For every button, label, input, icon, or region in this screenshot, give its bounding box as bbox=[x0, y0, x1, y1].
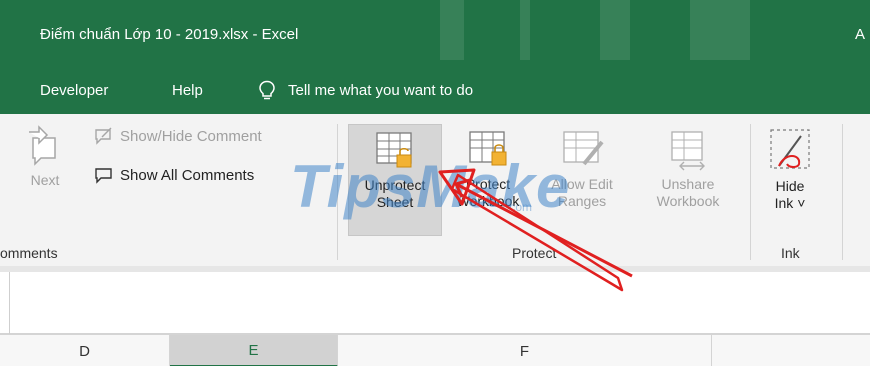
tab-help[interactable]: Help bbox=[172, 82, 203, 99]
title-decoration bbox=[600, 0, 630, 60]
group-separator bbox=[842, 124, 843, 260]
tell-me-search[interactable]: Tell me what you want to do bbox=[288, 82, 473, 99]
watermark-suffix: .com bbox=[506, 200, 533, 214]
title-bar: Điểm chuẩn Lớp 10 - 2019.xlsx - Excel A bbox=[0, 0, 870, 70]
column-header-g[interactable] bbox=[712, 335, 870, 366]
show-all-comments-button[interactable]: Show All Comments bbox=[94, 166, 254, 184]
lightbulb-icon[interactable] bbox=[258, 80, 276, 102]
tab-developer[interactable]: Developer bbox=[40, 82, 108, 99]
hide-ink-line1: Hide bbox=[775, 178, 805, 194]
hide-ink-line2: Ink ˅ bbox=[774, 195, 806, 211]
unshare-workbook-line1: Unshare bbox=[661, 176, 715, 192]
column-header-e[interactable]: E bbox=[170, 335, 338, 366]
show-all-comments-label: Show All Comments bbox=[120, 166, 255, 184]
ribbon-tabs: Developer Help Tell me what you want to … bbox=[0, 70, 870, 114]
unshare-workbook-icon bbox=[671, 131, 705, 171]
show-hide-comment-label: Show/Hide Comment bbox=[120, 127, 262, 145]
column-header-f[interactable]: F bbox=[338, 335, 712, 366]
show-hide-comment-button[interactable]: Show/Hide Comment bbox=[94, 127, 262, 145]
comment-edit-icon bbox=[95, 127, 112, 145]
comments-group-label: omments bbox=[0, 245, 58, 261]
protect-group-label: Protect bbox=[512, 245, 557, 261]
formula-bar-area[interactable] bbox=[0, 272, 870, 334]
next-label: Next bbox=[30, 172, 60, 188]
hide-ink-button[interactable]: Hide Ink ˅ bbox=[762, 126, 818, 212]
group-separator bbox=[750, 124, 751, 260]
comment-icon bbox=[95, 168, 112, 184]
column-header-d[interactable]: D bbox=[0, 335, 170, 366]
formula-divider bbox=[9, 272, 10, 334]
next-comment-button[interactable]: Next bbox=[22, 124, 68, 189]
window-title: Điểm chuẩn Lớp 10 - 2019.xlsx - Excel bbox=[40, 26, 299, 43]
title-decoration bbox=[520, 0, 530, 60]
account-fragment[interactable]: A bbox=[855, 26, 865, 43]
column-headers: D E F bbox=[0, 334, 870, 366]
next-comment-icon bbox=[29, 125, 56, 166]
title-decoration bbox=[690, 0, 750, 60]
title-decoration bbox=[440, 0, 464, 60]
unshare-workbook-button[interactable]: Unshare Workbook bbox=[640, 128, 736, 210]
ink-group-label: Ink bbox=[781, 245, 800, 261]
unshare-workbook-line2: Workbook bbox=[656, 193, 720, 209]
hide-ink-icon bbox=[770, 129, 810, 169]
